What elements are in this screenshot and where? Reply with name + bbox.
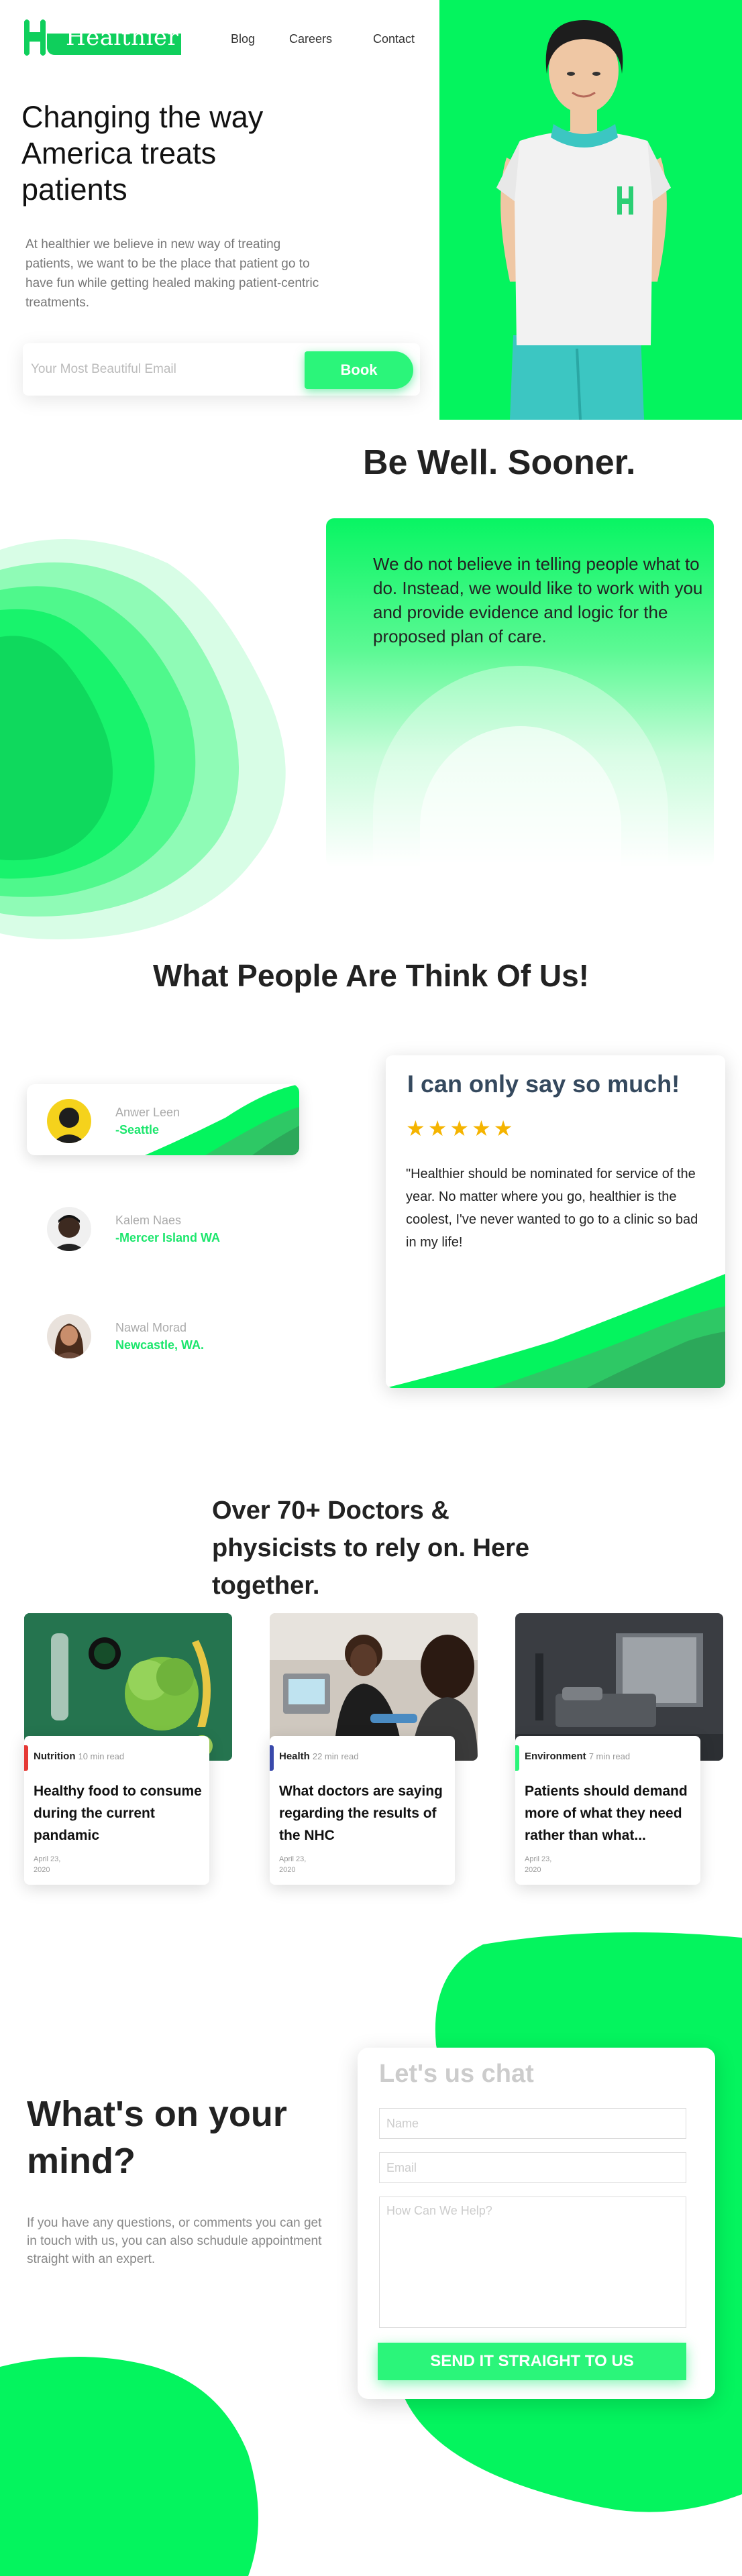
testimonial-location: -Seattle xyxy=(115,1123,160,1136)
decorative-waves xyxy=(0,539,286,939)
hero-title: Changing the way America treats patients xyxy=(21,100,264,207)
article-card-environment[interactable]: Environment 7 min read Patients should de… xyxy=(515,1736,700,1885)
doctor-photo xyxy=(439,0,742,420)
testimonial-name: Nawal Morad xyxy=(115,1321,187,1334)
avatar xyxy=(47,1207,91,1251)
article-date: April 23, 2020 xyxy=(525,1855,552,1874)
star-rating: ★★★★★ xyxy=(406,1116,516,1140)
article-category: Nutrition 10 min read xyxy=(34,1751,125,1762)
card-wave xyxy=(145,1084,299,1155)
article-title: Healthy food to consume during the curre… xyxy=(34,1783,202,1843)
testimonial-item-anwer[interactable]: Anwer Leen -Seattle xyxy=(27,1084,299,1155)
testimonial-location: -Mercer Island WA xyxy=(115,1231,221,1244)
review-wave xyxy=(386,1274,725,1388)
avatar xyxy=(47,1099,91,1143)
hero-description: At healthier we believe in new way of tr… xyxy=(25,237,319,310)
email-field[interactable] xyxy=(379,2152,686,2183)
section-heading-testimonials: What People Are Think Of Us! xyxy=(152,958,590,993)
article-category: Environment 7 min read xyxy=(525,1751,631,1762)
belief-text: We do not believe in telling people what… xyxy=(373,554,703,646)
nav-careers[interactable]: Careers xyxy=(289,32,332,46)
section-heading-sooner: Be Well. Sooner. xyxy=(363,443,636,482)
testimonial-name: Kalem Naes xyxy=(115,1214,182,1227)
nav-blog[interactable]: Blog xyxy=(231,32,255,46)
category-bar xyxy=(515,1745,519,1771)
contact-form: Let's us chat SEND IT STRAIGHT TO US xyxy=(358,2048,715,2399)
brand-logo[interactable]: Healthier xyxy=(20,16,181,58)
email-signup: Book xyxy=(23,343,420,396)
nav-contact[interactable]: Contact xyxy=(373,32,415,46)
doctor-illustration xyxy=(496,20,671,420)
article-category: Health 22 min read xyxy=(279,1751,359,1762)
category-bar xyxy=(270,1745,274,1771)
review-text: "Healthier should be nominated for servi… xyxy=(406,1167,698,1250)
section-heading-contact: What's on your mind? xyxy=(27,2094,287,2181)
send-button[interactable]: SEND IT STRAIGHT TO US xyxy=(378,2343,686,2380)
article-date: April 23, 2020 xyxy=(279,1855,307,1874)
decorative-arch xyxy=(373,666,668,867)
email-input[interactable] xyxy=(31,353,299,386)
review-title: I can only say so much! xyxy=(407,1070,680,1098)
avatar xyxy=(47,1314,91,1358)
page: Healthier Blog Careers Contact Changing … xyxy=(0,0,742,2576)
article-title: What doctors are saying regarding the re… xyxy=(279,1783,443,1843)
review-card: I can only say so much! ★★★★★ "Healthier… xyxy=(386,1055,725,1388)
contact-description: If you have any questions, or comments y… xyxy=(27,2216,322,2266)
testimonial-location: Newcastle, WA. xyxy=(115,1338,205,1352)
testimonial-name: Anwer Leen xyxy=(115,1106,180,1119)
book-button[interactable]: Book xyxy=(305,351,413,389)
form-title: Let's us chat xyxy=(379,2060,534,2088)
belief-card: We do not believe in telling people what… xyxy=(326,518,714,867)
section-heading-doctors: Over 70+ Doctors & physicists to rely on… xyxy=(212,1497,530,1600)
article-title: Patients should demand more of what they… xyxy=(525,1783,688,1843)
name-field[interactable] xyxy=(379,2108,686,2139)
article-card-health[interactable]: Health 22 min read What doctors are sayin… xyxy=(270,1736,455,1885)
testimonial-item-kalem[interactable]: Kalem Naes -Mercer Island WA xyxy=(27,1192,299,1263)
testimonial-item-nawal[interactable]: Nawal Morad Newcastle, WA. xyxy=(27,1299,299,1370)
article-card-nutrition[interactable]: Nutrition 10 min read Healthy food to con… xyxy=(24,1736,209,1885)
category-bar xyxy=(24,1745,28,1771)
message-field[interactable] xyxy=(379,2197,686,2328)
brand-name: Healthier xyxy=(66,24,179,51)
article-date: April 23, 2020 xyxy=(34,1855,61,1874)
